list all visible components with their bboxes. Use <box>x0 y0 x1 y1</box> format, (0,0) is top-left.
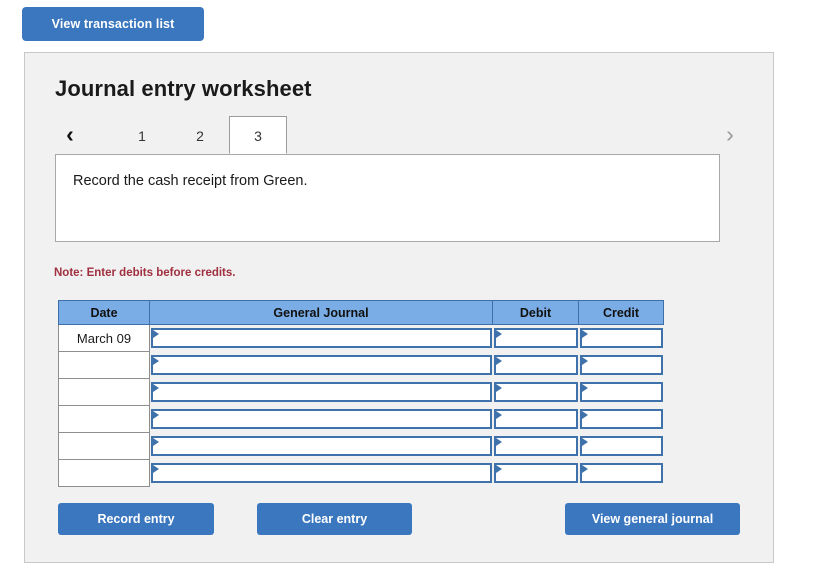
debit-input[interactable] <box>492 405 579 433</box>
record-entry-button[interactable]: Record entry <box>58 503 214 535</box>
table-row <box>58 459 664 487</box>
cell-marker-icon <box>153 438 159 446</box>
table-row <box>58 351 664 379</box>
credit-input[interactable] <box>578 351 664 379</box>
cell-marker-icon <box>581 411 588 419</box>
tab-2[interactable]: 2 <box>171 116 229 154</box>
cell-marker-icon <box>581 330 588 339</box>
cell-marker-icon <box>581 438 588 446</box>
table-header-row: Date General Journal Debit Credit <box>58 300 664 325</box>
cell-marker-icon <box>495 384 502 392</box>
debit-input[interactable] <box>492 378 579 406</box>
cell-marker-icon <box>495 330 502 339</box>
date-cell[interactable] <box>58 351 150 379</box>
instruction-box: Record the cash receipt from Green. <box>55 154 720 242</box>
cell-marker-icon <box>581 357 588 365</box>
journal-entry-table: Date General Journal Debit Credit March … <box>58 300 664 487</box>
cell-marker-icon <box>495 465 502 473</box>
credit-input[interactable] <box>578 432 664 460</box>
table-row <box>58 378 664 406</box>
table-row <box>58 405 664 433</box>
view-transaction-list-button[interactable]: View transaction list <box>22 7 204 41</box>
general-journal-input[interactable] <box>149 378 493 406</box>
tab-1[interactable]: 1 <box>113 116 171 154</box>
date-cell[interactable]: March 09 <box>58 324 150 352</box>
general-journal-input[interactable] <box>149 405 493 433</box>
debits-before-credits-note: Note: Enter debits before credits. <box>54 267 236 279</box>
cell-marker-icon <box>153 384 159 392</box>
credit-input[interactable] <box>578 405 664 433</box>
cell-marker-icon <box>495 411 502 419</box>
debit-input[interactable] <box>492 459 579 487</box>
debit-input[interactable] <box>492 432 579 460</box>
table-row: March 09 <box>58 324 664 352</box>
cell-marker-icon <box>495 357 502 365</box>
date-cell[interactable] <box>58 459 150 487</box>
column-header-credit: Credit <box>578 300 664 325</box>
cell-marker-icon <box>495 438 502 446</box>
credit-input[interactable] <box>578 324 664 352</box>
general-journal-input[interactable] <box>149 432 493 460</box>
view-general-journal-button[interactable]: View general journal <box>565 503 740 535</box>
credit-input[interactable] <box>578 459 664 487</box>
table-row <box>58 432 664 460</box>
column-header-general-journal: General Journal <box>149 300 493 325</box>
credit-input[interactable] <box>578 378 664 406</box>
cell-marker-icon <box>581 384 588 392</box>
date-cell[interactable] <box>58 405 150 433</box>
clear-entry-button[interactable]: Clear entry <box>257 503 412 535</box>
cell-marker-icon <box>153 330 159 339</box>
tab-3[interactable]: 3 <box>229 116 287 154</box>
chevron-left-icon[interactable]: ‹ <box>55 116 85 154</box>
date-cell[interactable] <box>58 378 150 406</box>
journal-entry-panel: Journal entry worksheet ‹ 1 2 3 › Record… <box>24 52 774 563</box>
general-journal-input[interactable] <box>149 459 493 487</box>
column-header-debit: Debit <box>492 300 579 325</box>
page-title: Journal entry worksheet <box>55 76 312 101</box>
cell-marker-icon <box>153 357 159 365</box>
general-journal-input[interactable] <box>149 324 493 352</box>
date-cell[interactable] <box>58 432 150 460</box>
general-journal-input[interactable] <box>149 351 493 379</box>
cell-marker-icon <box>581 465 588 473</box>
column-header-date: Date <box>58 300 150 325</box>
cell-marker-icon <box>153 465 159 473</box>
tab-strip: ‹ 1 2 3 › <box>55 116 745 155</box>
cell-marker-icon <box>153 411 159 419</box>
debit-input[interactable] <box>492 351 579 379</box>
instruction-text: Record the cash receipt from Green. <box>73 173 308 189</box>
debit-input[interactable] <box>492 324 579 352</box>
chevron-right-icon[interactable]: › <box>715 116 745 154</box>
